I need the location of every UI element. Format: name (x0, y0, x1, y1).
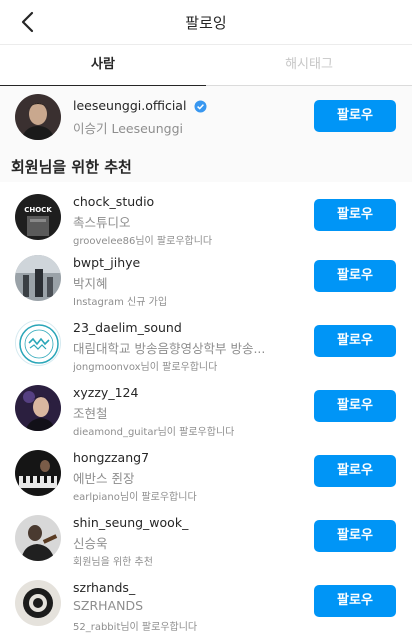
full-name: 조현철 (73, 406, 108, 421)
tab-hashtags[interactable]: 해시태그 (206, 45, 412, 85)
username[interactable]: bwpt_jihye (73, 255, 140, 270)
top-bar: 팔로잉 (0, 0, 412, 45)
suggestion-list: CHOCK chock_studio 촉스튜디오 groovelee86님이 팔… (0, 182, 412, 637)
mutual-note: dieamond_guitar님이 팔로우합니다 (73, 427, 235, 438)
list-item[interactable]: 23_daelim_sound 대림대학교 방송음향영상학부 방송... jon… (0, 312, 412, 377)
avatar[interactable]: CHOCK (15, 194, 61, 240)
follow-button[interactable]: 팔로우 (314, 585, 396, 617)
follow-button[interactable]: 팔로우 (314, 260, 396, 292)
follow-button[interactable]: 팔로우 (314, 199, 396, 231)
username[interactable]: shin_seung_wook_ (73, 515, 188, 530)
avatar[interactable] (15, 580, 61, 626)
mutual-note: groovelee86님이 팔로우합니다 (73, 236, 213, 247)
mutual-note: jongmoonvox님이 팔로우합니다 (73, 362, 218, 373)
full-name: 에반스 쥔장 (73, 471, 135, 486)
follow-button[interactable]: 팔로우 (314, 100, 396, 132)
username[interactable]: xyzzy_124 (73, 385, 138, 400)
page-title: 팔로잉 (185, 14, 227, 32)
follow-button[interactable]: 팔로우 (314, 325, 396, 357)
list-item[interactable]: xyzzy_124 조현철 dieamond_guitar님이 팔로우합니다 팔… (0, 377, 412, 442)
list-item[interactable]: hongzzang7 에반스 쥔장 earlpiano님이 팔로우합니다 팔로우 (0, 442, 412, 507)
avatar[interactable] (15, 450, 61, 496)
list-item[interactable]: szrhands_ SZRHANDS 52_rabbit님이 팔로우합니다 팔로… (0, 572, 412, 637)
section-title: 회원님을 위한 추천 (11, 158, 132, 176)
mutual-note: 52_rabbit님이 팔로우합니다 (73, 622, 198, 633)
avatar[interactable] (15, 385, 61, 431)
tab-people[interactable]: 사람 (0, 45, 206, 85)
username[interactable]: chock_studio (73, 194, 154, 209)
list-item[interactable]: bwpt_jihye 박지혜 Instagram 신규 가입 팔로우 (0, 247, 412, 312)
full-name: 대림대학교 방송음향영상학부 방송... (73, 341, 266, 356)
username[interactable]: szrhands_ (73, 580, 135, 595)
following-row[interactable]: leeseunggi.official 이승기 Leeseunggi 팔로우 (0, 86, 412, 148)
follow-button[interactable]: 팔로우 (314, 455, 396, 487)
full-name: SZRHANDS (73, 598, 144, 613)
avatar[interactable] (15, 94, 61, 140)
username[interactable]: hongzzang7 (73, 450, 149, 465)
svg-text:CHOCK: CHOCK (24, 206, 52, 214)
full-name: 박지혜 (73, 276, 108, 291)
list-item[interactable]: shin_seung_wook_ 신승욱 회원님을 위한 추천 팔로우 (0, 507, 412, 572)
full-name: 촉스튜디오 (73, 215, 131, 230)
full-name: 신승욱 (73, 536, 108, 551)
username[interactable]: 23_daelim_sound (73, 320, 182, 335)
verified-badge-icon (194, 100, 207, 113)
list-item[interactable]: CHOCK chock_studio 촉스튜디오 groovelee86님이 팔… (0, 186, 412, 251)
suggestions-header: 회원님을 위한 추천 (0, 148, 412, 182)
mutual-note: 회원님을 위한 추천 (73, 557, 153, 568)
full-name: 이승기 Leeseunggi (73, 121, 183, 136)
username[interactable]: leeseunggi.official (73, 98, 207, 113)
mutual-note: Instagram 신규 가입 (73, 297, 168, 308)
avatar[interactable] (15, 255, 61, 301)
avatar[interactable] (15, 515, 61, 561)
follow-button[interactable]: 팔로우 (314, 390, 396, 422)
tab-bar: 사람 해시태그 (0, 45, 412, 86)
avatar[interactable] (15, 320, 61, 366)
mutual-note: earlpiano님이 팔로우합니다 (73, 492, 197, 503)
follow-button[interactable]: 팔로우 (314, 520, 396, 552)
following-section: leeseunggi.official 이승기 Leeseunggi 팔로우 회… (0, 86, 412, 182)
